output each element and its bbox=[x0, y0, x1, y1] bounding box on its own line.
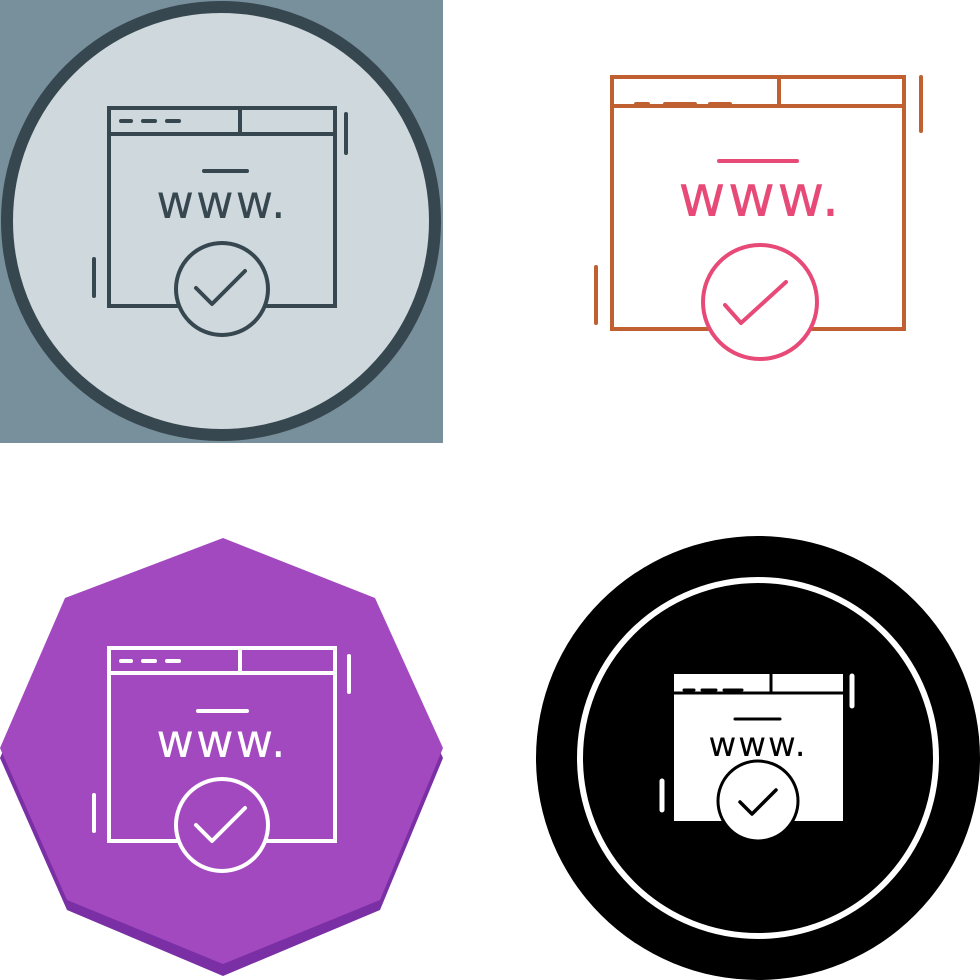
url-text: www. bbox=[708, 725, 807, 765]
variant-line-style: www. bbox=[0, 0, 443, 443]
check-circle-icon bbox=[174, 241, 270, 337]
icon-set-canvas: www. www. www. www. bbox=[0, 0, 980, 980]
check-circle-icon bbox=[716, 759, 800, 843]
variant-colored-outline-style: www. bbox=[594, 75, 923, 361]
url-text: www. bbox=[678, 162, 841, 230]
url-text: www. bbox=[156, 714, 287, 768]
variant-octagon-style: www. bbox=[0, 538, 443, 976]
url-text: www. bbox=[156, 175, 287, 229]
check-circle-icon bbox=[701, 243, 819, 361]
check-circle-icon bbox=[174, 777, 270, 873]
variant-glyph-style: www. bbox=[536, 536, 980, 980]
icon-set: www. www. www. www. bbox=[0, 0, 980, 980]
